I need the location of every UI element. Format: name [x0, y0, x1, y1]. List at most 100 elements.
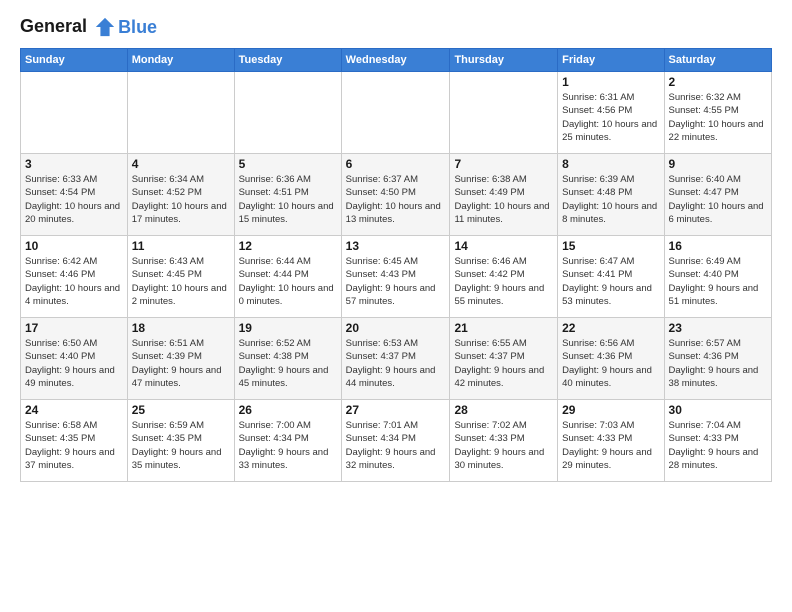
calendar-cell [21, 72, 128, 154]
calendar-cell: 3 Sunrise: 6:33 AM Sunset: 4:54 PM Daylig… [21, 154, 128, 236]
calendar-cell: 28 Sunrise: 7:02 AM Sunset: 4:33 PM Dayli… [450, 400, 558, 482]
day-number: 23 [669, 321, 767, 335]
calendar-cell [341, 72, 450, 154]
day-number: 28 [454, 403, 553, 417]
day-header-saturday: Saturday [664, 49, 771, 72]
day-info: Sunrise: 6:31 AM Sunset: 4:56 PM Dayligh… [562, 91, 659, 144]
day-number: 20 [346, 321, 446, 335]
day-header-tuesday: Tuesday [234, 49, 341, 72]
day-info: Sunrise: 6:37 AM Sunset: 4:50 PM Dayligh… [346, 173, 446, 226]
day-info: Sunrise: 6:46 AM Sunset: 4:42 PM Dayligh… [454, 255, 553, 308]
day-info: Sunrise: 7:03 AM Sunset: 4:33 PM Dayligh… [562, 419, 659, 472]
calendar-cell: 11Sunrise: 6:43 AM Sunset: 4:45 PM Dayli… [127, 236, 234, 318]
page: General Blue SundayMondayTuesdayWednesda… [0, 0, 792, 612]
day-header-sunday: Sunday [21, 49, 128, 72]
calendar-cell: 20 Sunrise: 6:53 AM Sunset: 4:37 PM Dayli… [341, 318, 450, 400]
day-number: 6 [346, 157, 446, 171]
day-number: 19 [239, 321, 337, 335]
calendar-cell [450, 72, 558, 154]
day-info: Sunrise: 6:39 AM Sunset: 4:48 PM Dayligh… [562, 173, 659, 226]
day-header-wednesday: Wednesday [341, 49, 450, 72]
day-number: 25 [132, 403, 230, 417]
day-info: Sunrise: 6:33 AM Sunset: 4:54 PM Dayligh… [25, 173, 123, 226]
calendar-cell: 4 Sunrise: 6:34 AM Sunset: 4:52 PM Daylig… [127, 154, 234, 236]
day-header-friday: Friday [558, 49, 664, 72]
day-info: Sunrise: 6:49 AM Sunset: 4:40 PM Dayligh… [669, 255, 767, 308]
calendar-cell: 23 Sunrise: 6:57 AM Sunset: 4:36 PM Dayli… [664, 318, 771, 400]
calendar-header-row: SundayMondayTuesdayWednesdayThursdayFrid… [21, 49, 772, 72]
day-number: 29 [562, 403, 659, 417]
calendar-cell: 19 Sunrise: 6:52 AM Sunset: 4:38 PM Dayli… [234, 318, 341, 400]
day-number: 21 [454, 321, 553, 335]
day-info: Sunrise: 7:04 AM Sunset: 4:33 PM Dayligh… [669, 419, 767, 472]
calendar-cell: 29 Sunrise: 7:03 AM Sunset: 4:33 PM Dayli… [558, 400, 664, 482]
day-number: 27 [346, 403, 446, 417]
logo: General Blue [20, 16, 157, 38]
calendar-week-5: 24 Sunrise: 6:58 AM Sunset: 4:35 PM Dayli… [21, 400, 772, 482]
day-info: Sunrise: 6:36 AM Sunset: 4:51 PM Dayligh… [239, 173, 337, 226]
calendar-cell: 16 Sunrise: 6:49 AM Sunset: 4:40 PM Dayli… [664, 236, 771, 318]
day-info: Sunrise: 6:51 AM Sunset: 4:39 PM Dayligh… [132, 337, 230, 390]
day-info: Sunrise: 6:57 AM Sunset: 4:36 PM Dayligh… [669, 337, 767, 390]
day-info: Sunrise: 6:52 AM Sunset: 4:38 PM Dayligh… [239, 337, 337, 390]
calendar-cell: 7 Sunrise: 6:38 AM Sunset: 4:49 PM Daylig… [450, 154, 558, 236]
calendar-cell: 17 Sunrise: 6:50 AM Sunset: 4:40 PM Dayli… [21, 318, 128, 400]
logo-blue: Blue [118, 17, 157, 38]
day-number: 26 [239, 403, 337, 417]
day-number: 24 [25, 403, 123, 417]
day-number: 13 [346, 239, 446, 253]
day-info: Sunrise: 6:50 AM Sunset: 4:40 PM Dayligh… [25, 337, 123, 390]
day-info: Sunrise: 6:55 AM Sunset: 4:37 PM Dayligh… [454, 337, 553, 390]
day-number: 4 [132, 157, 230, 171]
calendar-cell: 25 Sunrise: 6:59 AM Sunset: 4:35 PM Dayli… [127, 400, 234, 482]
day-number: 17 [25, 321, 123, 335]
day-number: 18 [132, 321, 230, 335]
calendar-cell: 8 Sunrise: 6:39 AM Sunset: 4:48 PM Daylig… [558, 154, 664, 236]
day-number: 14 [454, 239, 553, 253]
day-info: Sunrise: 6:45 AM Sunset: 4:43 PM Dayligh… [346, 255, 446, 308]
calendar-week-3: 10Sunrise: 6:42 AM Sunset: 4:46 PM Dayli… [21, 236, 772, 318]
day-info: Sunrise: 6:58 AM Sunset: 4:35 PM Dayligh… [25, 419, 123, 472]
day-info: Sunrise: 6:34 AM Sunset: 4:52 PM Dayligh… [132, 173, 230, 226]
calendar-cell: 21 Sunrise: 6:55 AM Sunset: 4:37 PM Dayli… [450, 318, 558, 400]
calendar-cell: 10Sunrise: 6:42 AM Sunset: 4:46 PM Dayli… [21, 236, 128, 318]
day-info: Sunrise: 6:59 AM Sunset: 4:35 PM Dayligh… [132, 419, 230, 472]
day-number: 15 [562, 239, 659, 253]
day-number: 2 [669, 75, 767, 89]
calendar-cell: 14 Sunrise: 6:46 AM Sunset: 4:42 PM Dayli… [450, 236, 558, 318]
day-number: 7 [454, 157, 553, 171]
day-info: Sunrise: 6:38 AM Sunset: 4:49 PM Dayligh… [454, 173, 553, 226]
calendar-week-2: 3 Sunrise: 6:33 AM Sunset: 4:54 PM Daylig… [21, 154, 772, 236]
day-number: 22 [562, 321, 659, 335]
day-number: 3 [25, 157, 123, 171]
calendar-cell: 1Sunrise: 6:31 AM Sunset: 4:56 PM Daylig… [558, 72, 664, 154]
day-info: Sunrise: 6:53 AM Sunset: 4:37 PM Dayligh… [346, 337, 446, 390]
day-info: Sunrise: 6:47 AM Sunset: 4:41 PM Dayligh… [562, 255, 659, 308]
calendar-cell: 27Sunrise: 7:01 AM Sunset: 4:34 PM Dayli… [341, 400, 450, 482]
calendar-cell: 13 Sunrise: 6:45 AM Sunset: 4:43 PM Dayli… [341, 236, 450, 318]
day-info: Sunrise: 6:56 AM Sunset: 4:36 PM Dayligh… [562, 337, 659, 390]
day-number: 5 [239, 157, 337, 171]
calendar-cell: 6 Sunrise: 6:37 AM Sunset: 4:50 PM Daylig… [341, 154, 450, 236]
day-info: Sunrise: 6:43 AM Sunset: 4:45 PM Dayligh… [132, 255, 230, 308]
calendar-week-1: 1Sunrise: 6:31 AM Sunset: 4:56 PM Daylig… [21, 72, 772, 154]
day-number: 9 [669, 157, 767, 171]
day-info: Sunrise: 6:44 AM Sunset: 4:44 PM Dayligh… [239, 255, 337, 308]
calendar-cell: 22 Sunrise: 6:56 AM Sunset: 4:36 PM Dayli… [558, 318, 664, 400]
day-header-thursday: Thursday [450, 49, 558, 72]
header: General Blue [20, 16, 772, 38]
calendar-cell: 15 Sunrise: 6:47 AM Sunset: 4:41 PM Dayli… [558, 236, 664, 318]
day-header-monday: Monday [127, 49, 234, 72]
calendar-week-4: 17 Sunrise: 6:50 AM Sunset: 4:40 PM Dayli… [21, 318, 772, 400]
calendar-cell: 12Sunrise: 6:44 AM Sunset: 4:44 PM Dayli… [234, 236, 341, 318]
day-number: 16 [669, 239, 767, 253]
day-info: Sunrise: 7:02 AM Sunset: 4:33 PM Dayligh… [454, 419, 553, 472]
calendar-cell: 26Sunrise: 7:00 AM Sunset: 4:34 PM Dayli… [234, 400, 341, 482]
calendar-cell: 5 Sunrise: 6:36 AM Sunset: 4:51 PM Daylig… [234, 154, 341, 236]
calendar: SundayMondayTuesdayWednesdayThursdayFrid… [20, 48, 772, 482]
calendar-cell: 24 Sunrise: 6:58 AM Sunset: 4:35 PM Dayli… [21, 400, 128, 482]
day-info: Sunrise: 6:32 AM Sunset: 4:55 PM Dayligh… [669, 91, 767, 144]
day-number: 8 [562, 157, 659, 171]
day-number: 30 [669, 403, 767, 417]
day-info: Sunrise: 6:42 AM Sunset: 4:46 PM Dayligh… [25, 255, 123, 308]
